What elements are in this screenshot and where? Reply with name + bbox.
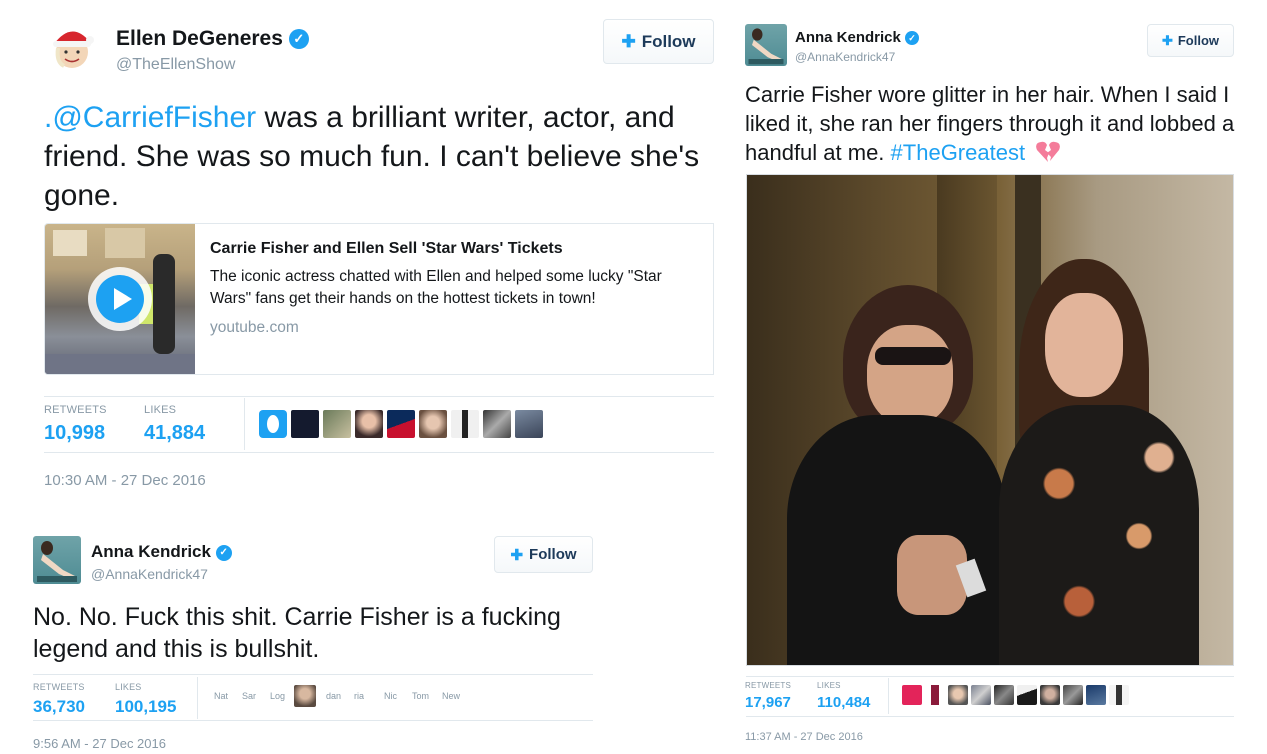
liker-avatar[interactable] xyxy=(323,410,351,438)
link-card[interactable]: Carrie Fisher and Ellen Sell 'Star Wars'… xyxy=(44,223,714,375)
divider xyxy=(33,674,593,675)
likes-stat[interactable]: LIKES 110,484 xyxy=(817,681,870,711)
liker-avatar[interactable] xyxy=(291,410,319,438)
liker-name[interactable]: ria xyxy=(354,691,384,701)
tweet-ellen: Ellen DeGeneres ✓ @TheEllenShow ✚ Follow… xyxy=(0,0,720,510)
liker-avatar[interactable] xyxy=(294,685,316,707)
hashtag-link[interactable]: #TheGreatest xyxy=(891,140,1026,165)
liker-name[interactable]: dan xyxy=(326,691,354,701)
card-description: The iconic actress chatted with Ellen an… xyxy=(210,268,662,307)
display-name[interactable]: Anna Kendrick ✓ xyxy=(795,29,920,46)
santa-avatar-icon xyxy=(53,31,94,68)
divider xyxy=(33,720,593,721)
likes-stat[interactable]: LIKES 100,195 xyxy=(115,682,176,717)
display-name[interactable]: Anna Kendrick ✓ xyxy=(91,542,232,562)
person-avatar-icon xyxy=(37,541,77,582)
liker-avatar[interactable] xyxy=(483,410,511,438)
verified-badge-icon: ✓ xyxy=(288,29,309,50)
liker-avatar[interactable] xyxy=(1017,685,1037,705)
liker-avatar[interactable] xyxy=(419,410,447,438)
liker-avatar[interactable] xyxy=(259,410,287,438)
liker-avatar[interactable] xyxy=(1086,685,1106,705)
tweet-text: .@CarriefFisher was a brilliant writer, … xyxy=(44,101,700,212)
divider xyxy=(197,677,198,719)
liker-avatar[interactable] xyxy=(994,685,1014,705)
liker-avatar[interactable] xyxy=(1040,685,1060,705)
liker-avatars xyxy=(902,685,1129,705)
follow-button[interactable]: ✚ Follow xyxy=(1147,24,1234,57)
liker-name[interactable]: Log xyxy=(270,691,294,701)
follow-button[interactable]: ✚ Follow xyxy=(494,536,593,573)
card-title: Carrie Fisher and Ellen Sell 'Star Wars'… xyxy=(210,240,563,257)
liker-avatars: Nat Sar Log dan ria Nic Tom New xyxy=(214,685,470,707)
broken-heart-icon xyxy=(1035,141,1061,170)
card-thumbnail[interactable] xyxy=(45,224,195,374)
divider xyxy=(746,716,1234,717)
tweet-text: No. No. Fuck this shit. Carrie Fisher is… xyxy=(33,603,561,663)
timestamp[interactable]: 11:37 AM - 27 Dec 2016 xyxy=(745,731,863,743)
add-user-icon: ✚ xyxy=(510,546,524,564)
tweet-photo[interactable] xyxy=(746,174,1234,666)
user-handle[interactable]: @AnnaKendrick47 xyxy=(795,50,895,64)
user-handle[interactable]: @TheEllenShow xyxy=(116,56,235,74)
likes-stat[interactable]: LIKES 41,884 xyxy=(144,404,205,445)
timestamp[interactable]: 9:56 AM - 27 Dec 2016 xyxy=(33,736,166,751)
liker-avatar[interactable] xyxy=(902,685,922,705)
liker-avatar[interactable] xyxy=(515,410,543,438)
tweet-anna-left: Anna Kendrick ✓ @AnnaKendrick47 ✚ Follow… xyxy=(0,515,620,754)
divider xyxy=(44,452,714,453)
verified-badge-icon: ✓ xyxy=(215,544,232,561)
mention-link[interactable]: .@CarriefFisher xyxy=(44,101,256,134)
user-handle[interactable]: @AnnaKendrick47 xyxy=(91,566,208,582)
liker-name[interactable]: Tom xyxy=(412,691,442,701)
liker-avatar[interactable] xyxy=(925,685,945,705)
divider xyxy=(44,396,714,397)
liker-avatar[interactable] xyxy=(387,410,415,438)
play-icon[interactable] xyxy=(88,267,152,331)
retweets-stat[interactable]: RETWEETS 17,967 xyxy=(745,681,791,711)
avatar[interactable] xyxy=(44,18,100,74)
liker-avatar[interactable] xyxy=(1063,685,1083,705)
liker-avatar[interactable] xyxy=(971,685,991,705)
liker-name[interactable]: Nic xyxy=(384,691,412,701)
liker-avatar[interactable] xyxy=(355,410,383,438)
liker-avatar[interactable] xyxy=(451,410,479,438)
liker-name[interactable]: Nat xyxy=(214,691,242,701)
person-avatar-icon xyxy=(748,28,784,65)
follow-button[interactable]: ✚ Follow xyxy=(603,19,714,64)
tweet-text: Carrie Fisher wore glitter in her hair. … xyxy=(745,80,1235,170)
avatar[interactable] xyxy=(745,24,787,66)
liker-avatar[interactable] xyxy=(948,685,968,705)
display-name[interactable]: Ellen DeGeneres ✓ xyxy=(116,27,309,51)
timestamp[interactable]: 10:30 AM - 27 Dec 2016 xyxy=(44,472,206,489)
card-domain: youtube.com xyxy=(210,319,299,336)
add-user-icon: ✚ xyxy=(621,31,636,51)
liker-avatar[interactable] xyxy=(1109,685,1129,705)
avatar[interactable] xyxy=(33,536,81,584)
divider xyxy=(244,398,245,450)
liker-name[interactable]: New xyxy=(442,691,470,701)
divider xyxy=(746,676,1234,677)
verified-badge-icon: ✓ xyxy=(905,31,920,46)
liker-name[interactable]: Sar xyxy=(242,691,270,701)
add-user-icon: ✚ xyxy=(1161,32,1173,48)
retweets-stat[interactable]: RETWEETS 36,730 xyxy=(33,682,85,717)
divider xyxy=(888,678,889,714)
tweet-anna-right: Anna Kendrick ✓ @AnnaKendrick47 ✚ Follow… xyxy=(728,0,1267,754)
retweets-stat[interactable]: RETWEETS 10,998 xyxy=(44,404,107,445)
liker-avatars xyxy=(259,410,543,438)
